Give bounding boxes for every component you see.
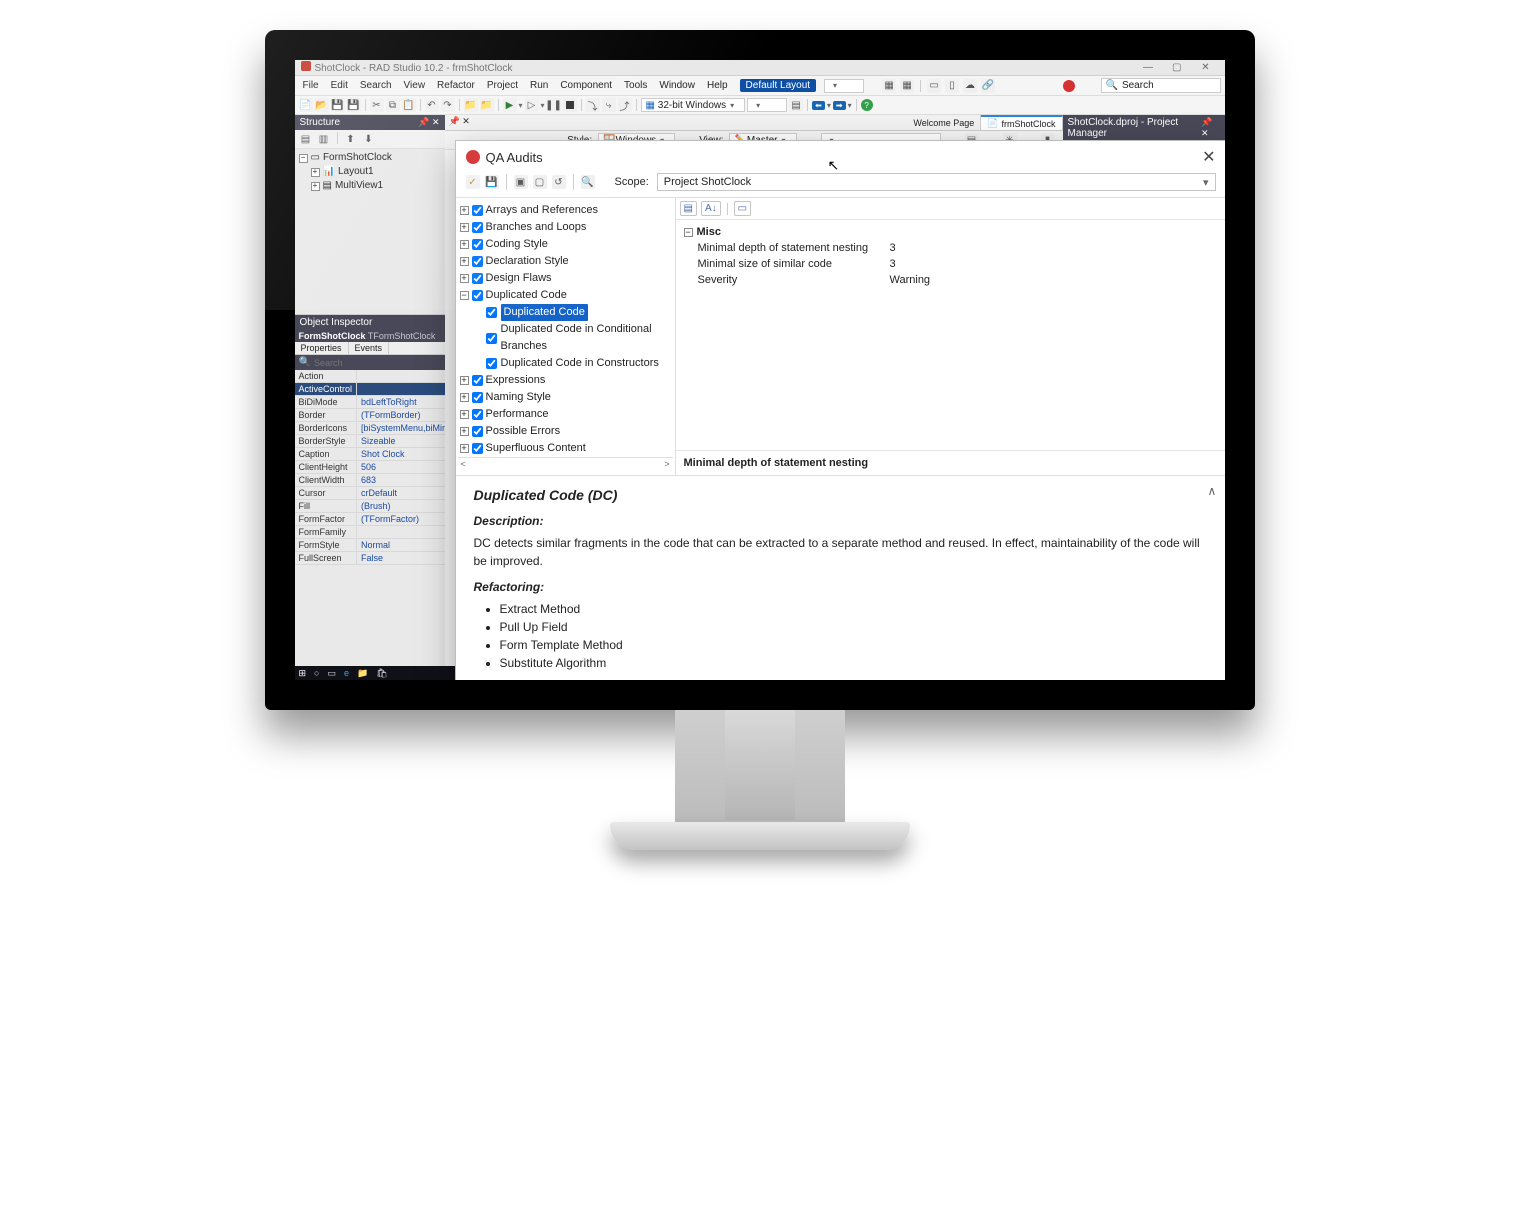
qa-category-check[interactable] (472, 392, 483, 403)
scope-combo[interactable]: Project ShotClock (657, 173, 1216, 191)
qa-close-button[interactable]: ✕ (1202, 147, 1215, 167)
qa-audit-item[interactable]: Duplicated Code in Conditional Branches (458, 321, 673, 355)
qa-category[interactable]: + Possible Errors (458, 423, 673, 440)
qa-icon-expand[interactable]: ▣ (514, 175, 528, 189)
qa-title: QA Audits (486, 150, 543, 165)
qa-prop-toolbar: ▤ A↓ ▭ (676, 198, 1225, 220)
qa-category[interactable]: + Design Flaws (458, 270, 673, 287)
qa-category-check[interactable] (472, 290, 483, 301)
desc-scroll-up[interactable]: ∧ (1208, 482, 1222, 500)
qa-category-check[interactable] (472, 409, 483, 420)
refactor-item: Pull Up Field (500, 618, 1208, 636)
qa-prop-sort-icon[interactable]: A↓ (701, 201, 721, 216)
qa-audit-check[interactable] (486, 333, 497, 344)
refactor-item: Extract Method (500, 600, 1208, 618)
qa-category-check[interactable] (472, 205, 483, 216)
qa-tree-hscroll[interactable]: <> (458, 457, 673, 471)
qa-prop-page-icon[interactable]: ▭ (734, 201, 751, 216)
qa-category-check[interactable] (472, 375, 483, 386)
qa-title-bar: QA Audits ✕ (456, 141, 1225, 173)
qa-category[interactable]: + Naming Style (458, 389, 673, 406)
qa-icon-check[interactable]: ✓ (466, 175, 480, 189)
qa-desc-title: Duplicated Code (DC) (474, 486, 1208, 504)
qa-category-check[interactable] (472, 426, 483, 437)
qa-category[interactable]: + Declaration Style (458, 253, 673, 270)
qa-category[interactable]: + Coding Style (458, 236, 673, 253)
qa-desc-h1: Description: (474, 512, 1208, 530)
qa-app-icon (466, 150, 480, 164)
qa-property-row[interactable]: SeverityWarning (684, 272, 1218, 288)
qa-category[interactable]: − Duplicated Code (458, 287, 673, 304)
qa-description-panel: ∧∨ Duplicated Code (DC) Description: DC … (456, 476, 1225, 680)
qa-icon-find[interactable]: 🔍 (581, 175, 595, 189)
qa-category[interactable]: + Expressions (458, 372, 673, 389)
qa-desc-h2: Refactoring: (474, 578, 1208, 596)
qa-category-check[interactable] (472, 273, 483, 284)
qa-icon-collapse[interactable]: ▢ (533, 175, 547, 189)
qa-audit-tree[interactable]: + Arrays and References+ Branches and Lo… (456, 198, 676, 475)
qa-category-check[interactable] (472, 239, 483, 250)
qa-audit-item[interactable]: Duplicated Code (458, 304, 673, 321)
qa-audits-dialog: QA Audits ✕ ✓ 💾 ▣ ▢ ↺ 🔍 (455, 140, 1225, 680)
qa-desc-body: DC detects similar fragments in the code… (474, 534, 1208, 570)
qa-category[interactable]: + Performance (458, 406, 673, 423)
refactor-item: Form Template Method (500, 636, 1208, 654)
refactor-item: Substitute Algorithm (500, 654, 1208, 672)
qa-prop-group: Misc (697, 224, 721, 240)
scope-label: Scope: (615, 176, 649, 188)
qa-audit-check[interactable] (486, 307, 497, 318)
qa-category-check[interactable] (472, 222, 483, 233)
qa-category[interactable]: + Superfluous Content (458, 440, 673, 457)
qa-prop-caption: Minimal depth of statement nesting (676, 450, 1225, 475)
qa-category[interactable]: + Arrays and References (458, 202, 673, 219)
qa-property-row[interactable]: Minimal size of similar code3 (684, 256, 1218, 272)
qa-audit-check[interactable] (486, 358, 497, 369)
qa-property-row[interactable]: Minimal depth of statement nesting3 (684, 240, 1218, 256)
qa-category-check[interactable] (472, 256, 483, 267)
qa-icon-save[interactable]: 💾 (485, 175, 499, 189)
qa-category[interactable]: + Branches and Loops (458, 219, 673, 236)
qa-category-check[interactable] (472, 443, 483, 454)
qa-audit-item[interactable]: Duplicated Code in Constructors (458, 355, 673, 372)
qa-prop-cat-icon[interactable]: ▤ (680, 201, 697, 216)
qa-icon-reset[interactable]: ↺ (552, 175, 566, 189)
